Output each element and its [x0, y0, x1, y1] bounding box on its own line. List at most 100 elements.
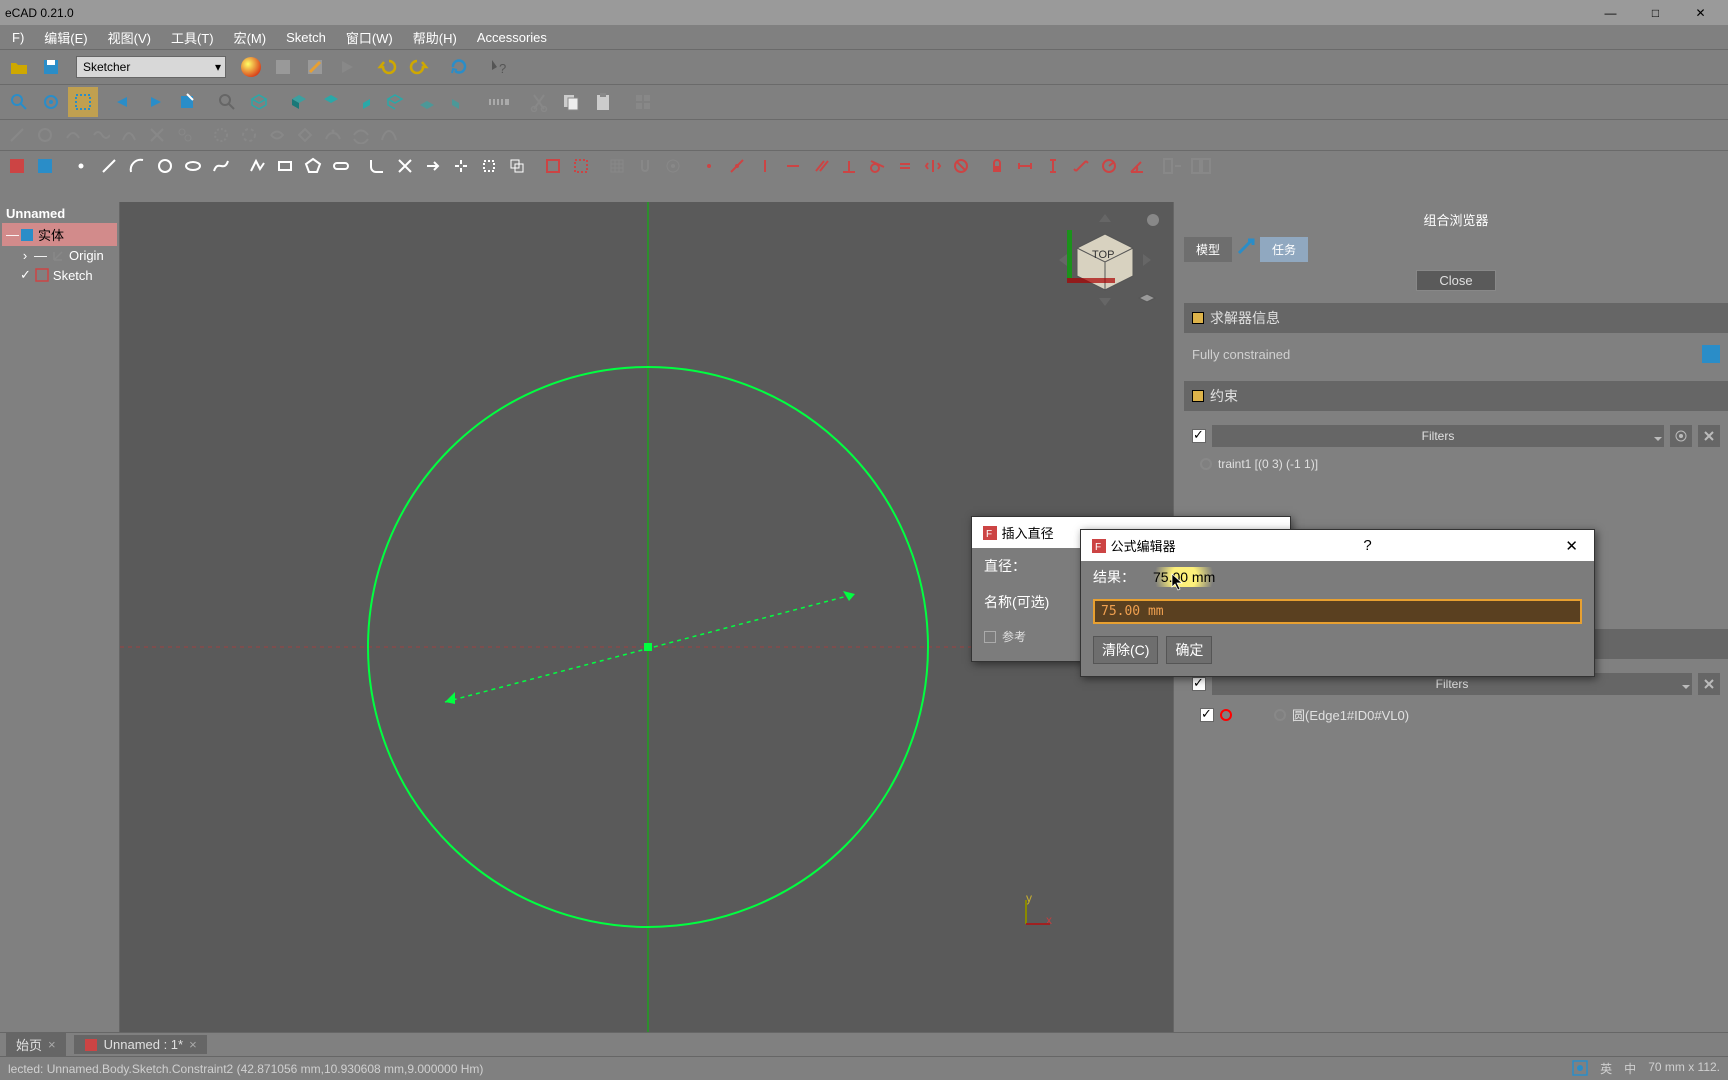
ok-button[interactable]: 确定	[1166, 636, 1212, 664]
filter-checkbox[interactable]	[1192, 677, 1206, 691]
arc-icon[interactable]	[124, 153, 150, 179]
menu-accessories[interactable]: Accessories	[467, 27, 557, 48]
extra-3-icon[interactable]	[60, 122, 86, 148]
extra-11-icon[interactable]	[292, 122, 318, 148]
tree-body[interactable]: — 实体	[2, 223, 117, 246]
cx-angle-icon[interactable]	[1124, 153, 1150, 179]
close-button[interactable]: Close	[1416, 270, 1496, 291]
nav-back-icon[interactable]	[108, 87, 138, 117]
extra-14-icon[interactable]	[376, 122, 402, 148]
cx-tangent-icon[interactable]	[864, 153, 890, 179]
redo-icon[interactable]	[404, 52, 434, 82]
geom-activate-icon[interactable]	[1188, 153, 1214, 179]
extra-1-icon[interactable]	[4, 122, 30, 148]
expand-icon[interactable]: ›	[20, 248, 30, 263]
view-iso-icon[interactable]	[244, 87, 274, 117]
cx-distx-icon[interactable]	[1012, 153, 1038, 179]
tree-origin[interactable]: › — Origin	[2, 246, 117, 265]
paste-icon[interactable]	[588, 87, 618, 117]
cx-vertical-icon[interactable]	[752, 153, 778, 179]
extra-7-icon[interactable]	[172, 122, 198, 148]
cx-parallel-icon[interactable]	[808, 153, 834, 179]
render-icon[interactable]	[660, 153, 686, 179]
fit-selection-icon[interactable]	[36, 87, 66, 117]
view-top-icon[interactable]	[316, 87, 346, 117]
copy-icon[interactable]	[556, 87, 586, 117]
extra-12-icon[interactable]	[320, 122, 346, 148]
trim-icon[interactable]	[392, 153, 418, 179]
whatsthis-icon[interactable]: ?	[484, 52, 514, 82]
close-button[interactable]: ✕	[1559, 537, 1584, 555]
extra-4-icon[interactable]	[88, 122, 114, 148]
cx-perpendicular-icon[interactable]	[836, 153, 862, 179]
extra-5-icon[interactable]	[116, 122, 142, 148]
snap-icon[interactable]	[632, 153, 658, 179]
undo-icon[interactable]	[372, 52, 402, 82]
line-icon[interactable]	[96, 153, 122, 179]
doc-tab-unnamed[interactable]: Unnamed : 1* ×	[74, 1035, 207, 1054]
construction2-icon[interactable]	[568, 153, 594, 179]
polyline-icon[interactable]	[244, 153, 270, 179]
external-icon[interactable]	[476, 153, 502, 179]
formula-editor-dialog[interactable]: F 公式编辑器 ? ✕ 结果： 75.00 mm 清除(C) 确定	[1080, 529, 1595, 677]
formula-input[interactable]	[1093, 599, 1582, 624]
rect-icon[interactable]	[272, 153, 298, 179]
extend-icon[interactable]	[420, 153, 446, 179]
tree-root[interactable]: Unnamed	[2, 204, 117, 223]
geom-select-icon[interactable]	[1160, 153, 1186, 179]
constraint-row[interactable]: traint1 [(0 3) (-1 1)]	[1192, 453, 1720, 475]
extra-9-icon[interactable]	[236, 122, 262, 148]
menu-view[interactable]: 视图(V)	[98, 25, 161, 50]
tree-sketch[interactable]: ✓ Sketch	[2, 265, 117, 285]
polygon-icon[interactable]	[300, 153, 326, 179]
ellipse-icon[interactable]	[180, 153, 206, 179]
cx-horizontal-icon[interactable]	[780, 153, 806, 179]
view-right-icon[interactable]	[348, 87, 378, 117]
status-ime[interactable]: 英	[1600, 1060, 1612, 1077]
doc-tab-start[interactable]: 始页 ×	[6, 1033, 66, 1056]
filter-settings-icon[interactable]	[1698, 673, 1720, 695]
macro-run-icon[interactable]	[332, 52, 362, 82]
view-sketch-icon[interactable]	[32, 153, 58, 179]
cx-equal-icon[interactable]	[892, 153, 918, 179]
refresh-icon[interactable]	[444, 52, 474, 82]
close-window-button[interactable]: ✕	[1678, 3, 1723, 23]
macro-edit-icon[interactable]	[300, 52, 330, 82]
leave-sketch-icon[interactable]	[4, 153, 30, 179]
nav-forward-icon[interactable]	[140, 87, 170, 117]
extra-13-icon[interactable]	[348, 122, 374, 148]
cx-disty-icon[interactable]	[1040, 153, 1066, 179]
menu-file[interactable]: F)	[2, 27, 34, 48]
dialog-titlebar[interactable]: F 公式编辑器 ? ✕	[1081, 530, 1594, 561]
menu-sketch[interactable]: Sketch	[276, 27, 336, 48]
element-checkbox[interactable]	[1200, 708, 1214, 722]
zoom-box-icon[interactable]	[68, 87, 98, 117]
construction-icon[interactable]	[540, 153, 566, 179]
slot-icon[interactable]	[328, 153, 354, 179]
circle-icon[interactable]	[152, 153, 178, 179]
nav-link-icon[interactable]	[172, 87, 202, 117]
cx-pointon-icon[interactable]	[724, 153, 750, 179]
fillet-icon[interactable]	[364, 153, 390, 179]
menu-edit[interactable]: 编辑(E)	[34, 25, 97, 50]
zoom-cursor-icon[interactable]	[212, 87, 242, 117]
fit-all-icon[interactable]	[4, 87, 34, 117]
cx-lock-icon[interactable]	[984, 153, 1010, 179]
filters-dropdown[interactable]: Filters	[1212, 425, 1664, 447]
extra-6-icon[interactable]	[144, 122, 170, 148]
cx-coincident-icon[interactable]	[696, 153, 722, 179]
carbon-copy-icon[interactable]	[504, 153, 530, 179]
cx-radius-icon[interactable]	[1096, 153, 1122, 179]
maximize-button[interactable]: □	[1633, 3, 1678, 23]
close-icon[interactable]: ×	[189, 1037, 197, 1052]
point-icon[interactable]	[68, 153, 94, 179]
solver-section-header[interactable]: 求解器信息	[1184, 303, 1728, 333]
extra-2-icon[interactable]	[32, 122, 58, 148]
macro-stop-icon[interactable]	[268, 52, 298, 82]
extra-10-icon[interactable]	[264, 122, 290, 148]
body-icon[interactable]	[628, 87, 658, 117]
extra-8-icon[interactable]	[208, 122, 234, 148]
menu-macro[interactable]: 宏(M)	[224, 25, 277, 50]
constraints-section-header[interactable]: 约束	[1184, 381, 1728, 411]
reference-checkbox[interactable]	[984, 631, 996, 643]
